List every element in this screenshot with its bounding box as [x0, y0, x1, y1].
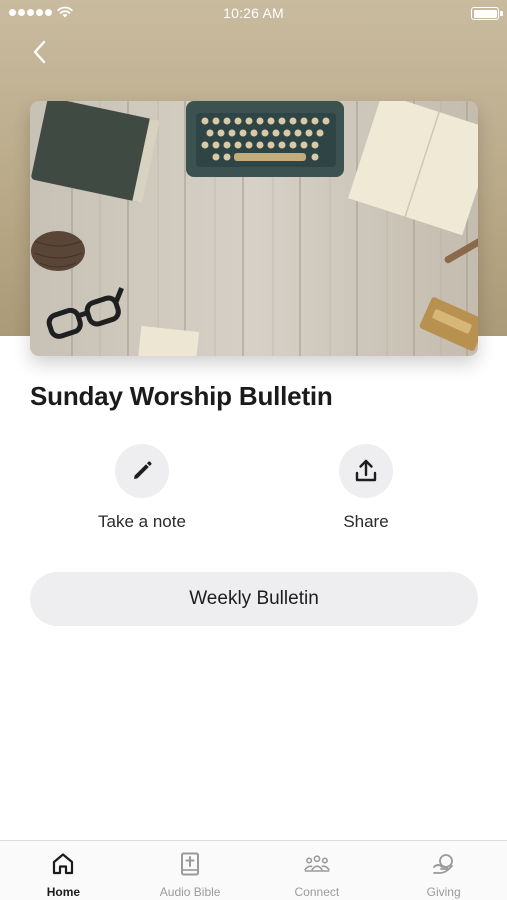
tab-giving-label: Giving	[426, 885, 461, 899]
giving-icon	[432, 854, 453, 874]
status-time: 10:26 AM	[223, 5, 284, 21]
share-button[interactable]: Share	[286, 444, 446, 534]
pencil-icon	[134, 461, 152, 479]
status-bar: 10:26 AM	[0, 0, 507, 28]
weekly-bulletin-button[interactable]: Weekly Bulletin	[30, 572, 478, 626]
tab-giving[interactable]: Giving	[380, 841, 507, 900]
home-icon	[53, 853, 74, 875]
share-label: Share	[343, 512, 389, 531]
tab-audio-bible-label: Audio Bible	[159, 885, 221, 899]
take-a-note-label: Take a note	[98, 512, 186, 531]
page-title: Sunday Worship Bulletin	[30, 381, 333, 411]
tab-home-label: Home	[46, 885, 81, 899]
tab-connect[interactable]: Connect	[254, 841, 381, 900]
bible-icon	[181, 852, 200, 876]
tab-bar: Home Audio Bible Connect Giving	[0, 840, 507, 900]
chevron-left-icon	[33, 40, 46, 64]
people-icon	[303, 855, 330, 872]
hero-image	[30, 101, 478, 356]
tab-audio-bible[interactable]: Audio Bible	[127, 841, 254, 900]
share-icon	[355, 459, 377, 482]
tab-home[interactable]: Home	[0, 841, 127, 900]
take-a-note-button[interactable]: Take a note	[62, 444, 222, 534]
battery-icon	[471, 7, 499, 20]
back-button[interactable]	[27, 36, 55, 68]
tab-connect-label: Connect	[294, 885, 340, 899]
